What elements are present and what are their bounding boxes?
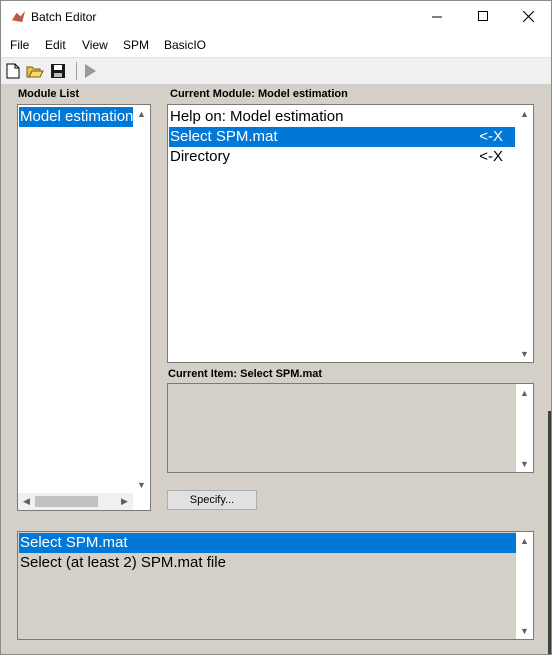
minimize-button[interactable] xyxy=(414,1,460,32)
title-bar: Batch Editor xyxy=(1,1,551,32)
batch-editor-window: Batch Editor File Edit View SPM BasicIO xyxy=(0,0,552,655)
help-line-title: Select SPM.mat xyxy=(19,533,517,553)
menu-spm[interactable]: SPM xyxy=(123,38,149,52)
close-button[interactable] xyxy=(506,1,551,32)
toolbar xyxy=(1,58,551,85)
toolbar-separator xyxy=(76,62,77,80)
current-item-vscroll[interactable]: ▲ ▼ xyxy=(516,384,533,472)
run-icon xyxy=(85,64,96,78)
menu-edit[interactable]: Edit xyxy=(45,38,66,52)
module-item-help[interactable]: Help on: Model estimation xyxy=(169,107,515,127)
current-item-label: Current Item: Select SPM.mat xyxy=(168,368,323,380)
module-item-select-spm[interactable]: Select SPM.mat <-X xyxy=(169,127,515,147)
module-item-label: Select SPM.mat xyxy=(170,128,278,145)
help-box[interactable]: Select SPM.mat Select (at least 2) SPM.m… xyxy=(17,531,534,640)
scroll-down-icon[interactable]: ▼ xyxy=(516,455,533,472)
module-list-hscroll[interactable]: ◀ ▶ xyxy=(18,493,133,510)
window-title: Batch Editor xyxy=(31,10,97,24)
scroll-up-icon[interactable]: ▲ xyxy=(516,384,533,401)
scroll-down-icon[interactable]: ▼ xyxy=(516,345,533,362)
save-button[interactable] xyxy=(48,61,68,81)
module-list-item[interactable]: Model estimation xyxy=(19,107,134,127)
open-folder-icon xyxy=(26,66,44,78)
menu-bar: File Edit View SPM BasicIO xyxy=(1,32,551,58)
scroll-up-icon[interactable]: ▲ xyxy=(516,105,533,122)
module-item-label: Help on: Model estimation xyxy=(170,108,344,125)
menu-view[interactable]: View xyxy=(82,38,108,52)
module-item-directory[interactable]: Directory <-X xyxy=(169,147,515,167)
new-file-icon xyxy=(6,63,20,79)
scroll-right-icon[interactable]: ▶ xyxy=(116,493,133,510)
hscroll-thumb[interactable] xyxy=(35,496,98,507)
scroll-left-icon[interactable]: ◀ xyxy=(18,493,35,510)
module-item-status: <-X xyxy=(479,148,503,165)
current-item-box[interactable]: ▲ ▼ xyxy=(167,383,534,473)
scroll-up-icon[interactable]: ▲ xyxy=(133,105,150,122)
current-module-list[interactable]: Help on: Model estimation Select SPM.mat… xyxy=(167,104,534,363)
help-box-vscroll[interactable]: ▲ ▼ xyxy=(516,532,533,639)
maximize-button[interactable] xyxy=(460,1,506,32)
matlab-icon xyxy=(11,10,26,23)
module-list[interactable]: Model estimation ▲ ▼ ◀ ▶ xyxy=(17,104,151,511)
current-module-label: Current Module: Model estimation xyxy=(170,88,348,100)
module-list-vscroll[interactable]: ▲ ▼ xyxy=(133,105,150,493)
menu-file[interactable]: File xyxy=(10,38,29,52)
help-line-text: Select (at least 2) SPM.mat file xyxy=(20,554,226,571)
open-button[interactable] xyxy=(25,61,45,81)
specify-button[interactable]: Specify... xyxy=(167,490,257,510)
background-window-edge xyxy=(548,411,551,654)
module-item-label: Directory xyxy=(170,148,231,165)
run-button[interactable] xyxy=(80,61,100,81)
menu-basicio[interactable]: BasicIO xyxy=(164,38,206,52)
minimize-icon xyxy=(431,16,442,18)
module-item-status: <-X xyxy=(479,128,503,145)
scroll-up-icon[interactable]: ▲ xyxy=(516,532,533,549)
new-button[interactable] xyxy=(3,61,23,81)
scroll-down-icon[interactable]: ▼ xyxy=(133,476,150,493)
current-module-vscroll[interactable]: ▲ ▼ xyxy=(516,105,533,362)
save-icon xyxy=(51,64,65,78)
module-list-label: Module List xyxy=(18,88,80,100)
close-icon xyxy=(523,10,535,22)
maximize-icon xyxy=(477,11,488,21)
scroll-down-icon[interactable]: ▼ xyxy=(516,622,533,639)
